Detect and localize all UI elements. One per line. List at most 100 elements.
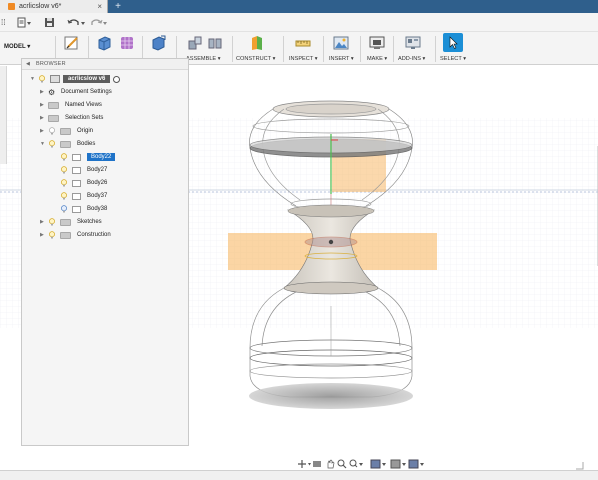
visibility-bulb-icon[interactable] (60, 153, 68, 161)
select-icon[interactable] (443, 33, 463, 52)
folder-icon (60, 140, 71, 148)
joint-icon[interactable] (207, 35, 223, 51)
close-tab-icon[interactable]: × (97, 2, 102, 11)
insert-image-icon[interactable] (333, 35, 349, 51)
grid-settings-icon[interactable] (390, 458, 408, 470)
assemble-icon[interactable] (187, 35, 203, 51)
collapse-triangle-icon[interactable]: ◀ (26, 61, 30, 67)
browser-item-body26[interactable]: Body26 (60, 177, 107, 189)
browser-item-body37[interactable]: Body37 (60, 190, 107, 202)
expand-arrow-icon[interactable]: ▼ (30, 76, 38, 82)
visibility-bulb-icon[interactable] (48, 140, 56, 148)
visibility-bulb-icon[interactable] (48, 231, 56, 239)
inspect-menu[interactable]: INSPECT ▾ (289, 56, 318, 62)
browser-item-label: Body38 (87, 206, 108, 212)
expand-arrow-icon[interactable]: ▶ (40, 219, 48, 225)
visibility-bulb-icon[interactable] (38, 75, 46, 83)
browser-panel: ◀ BROWSER ▼ acrlicslow v6 ▶ ⚙ Document S… (21, 58, 189, 446)
assemble-menu[interactable]: ASSEMBLE ▾ (186, 56, 221, 62)
browser-item-label: Body27 (87, 167, 108, 173)
construct-menu[interactable]: CONSTRUCT ▾ (236, 56, 275, 62)
navigation-bar (294, 457, 428, 471)
measure-icon[interactable] (295, 35, 311, 51)
zoom-icon[interactable] (337, 458, 347, 470)
browser-item-document-settings[interactable]: ▶ ⚙ Document Settings (40, 86, 112, 98)
ground-shadow (249, 383, 413, 409)
visibility-bulb-icon[interactable] (48, 218, 56, 226)
browser-title: BROWSER (36, 61, 66, 67)
folder-icon (60, 231, 71, 239)
orbit-icon[interactable] (296, 458, 312, 470)
left-edge-panel (0, 66, 7, 164)
add-ins-menu[interactable]: ADD-INS ▾ (398, 56, 425, 62)
viewports-icon[interactable] (408, 458, 426, 470)
new-tab-button[interactable]: + (112, 0, 124, 13)
modify-icon[interactable] (150, 35, 166, 51)
look-at-icon[interactable] (312, 458, 322, 470)
make-3d-print-icon[interactable] (369, 35, 385, 51)
redo-button[interactable] (89, 16, 109, 29)
browser-root-item[interactable]: ▼ acrlicslow v6 (30, 73, 121, 85)
make-menu[interactable]: MAKE ▾ (367, 56, 387, 62)
visibility-bulb-icon[interactable] (48, 127, 56, 135)
insert-menu[interactable]: INSERT ▾ (329, 56, 354, 62)
browser-item-label: Bodies (77, 141, 96, 147)
folder-icon (48, 101, 59, 109)
ribbon-divider (283, 36, 284, 62)
folder-icon (60, 218, 71, 226)
browser-item-body38[interactable]: Body38 (60, 203, 107, 215)
browser-item-sketches[interactable]: ▶ Sketches (40, 216, 102, 228)
ribbon-divider (360, 36, 361, 62)
expand-arrow-icon[interactable]: ▶ (40, 89, 48, 95)
browser-item-origin[interactable]: ▶ Origin (40, 125, 93, 137)
workspace-switcher[interactable]: MODEL ▾ (4, 43, 30, 50)
add-ins-icon[interactable] (405, 35, 421, 51)
save-icon (45, 18, 54, 27)
ribbon-divider (232, 36, 233, 62)
body-icon (72, 205, 81, 213)
undo-icon (67, 19, 85, 25)
visibility-bulb-icon[interactable] (60, 166, 68, 174)
browser-item-body27[interactable]: Body27 (60, 164, 107, 176)
browser-header[interactable]: ◀ BROWSER (22, 59, 188, 70)
zoom-window-icon[interactable] (349, 458, 365, 470)
body-icon (72, 192, 81, 200)
document-tab[interactable]: acrlicslow v6* × (0, 0, 108, 13)
visibility-bulb-icon[interactable] (60, 192, 68, 200)
display-settings-icon[interactable] (370, 458, 388, 470)
component-icon (50, 75, 60, 83)
browser-item-construction[interactable]: ▶ Construction (40, 229, 111, 241)
expand-arrow-icon[interactable]: ▶ (40, 115, 48, 121)
browser-item-label: Selection Sets (65, 115, 104, 121)
undo-button[interactable] (66, 16, 86, 29)
browser-item-selection-sets[interactable]: ▶ Selection Sets (40, 112, 103, 124)
grid-menu-icon[interactable]: ⁞⁞ (1, 16, 5, 29)
select-menu[interactable]: SELECT ▾ (440, 56, 466, 62)
expand-arrow-icon[interactable]: ▶ (40, 102, 48, 108)
expand-arrow-icon[interactable]: ▶ (40, 232, 48, 238)
root-component-label: acrlicslow v6 (63, 75, 111, 83)
quick-access-toolbar: ⁞⁞ (0, 13, 598, 32)
expand-arrow-icon[interactable]: ▶ (40, 128, 48, 134)
expand-arrow-icon[interactable]: ▼ (40, 141, 48, 147)
browser-item-bodies[interactable]: ▼ Bodies (40, 138, 95, 150)
browser-item-named-views[interactable]: ▶ Named Views (40, 99, 102, 111)
resize-grip-icon[interactable] (574, 460, 584, 470)
form-icon[interactable] (119, 35, 135, 51)
save-button[interactable] (44, 16, 56, 29)
browser-item-body22[interactable]: Body22 (60, 151, 116, 163)
ribbon-divider (393, 36, 394, 62)
file-menu[interactable] (17, 16, 33, 29)
construct-plane-icon[interactable] (249, 35, 265, 51)
visibility-bulb-icon[interactable] (60, 179, 68, 187)
gear-icon: ⚙ (48, 87, 56, 97)
body-icon (72, 166, 81, 174)
pan-icon[interactable] (325, 458, 335, 470)
visibility-bulb-icon[interactable] (60, 205, 68, 213)
activate-radio-icon[interactable] (113, 75, 121, 83)
browser-item-label: Document Settings (61, 89, 112, 95)
extrude-icon[interactable] (96, 35, 112, 51)
browser-item-label: Named Views (65, 102, 102, 108)
folder-icon (60, 127, 71, 135)
create-sketch-icon[interactable] (64, 35, 80, 51)
